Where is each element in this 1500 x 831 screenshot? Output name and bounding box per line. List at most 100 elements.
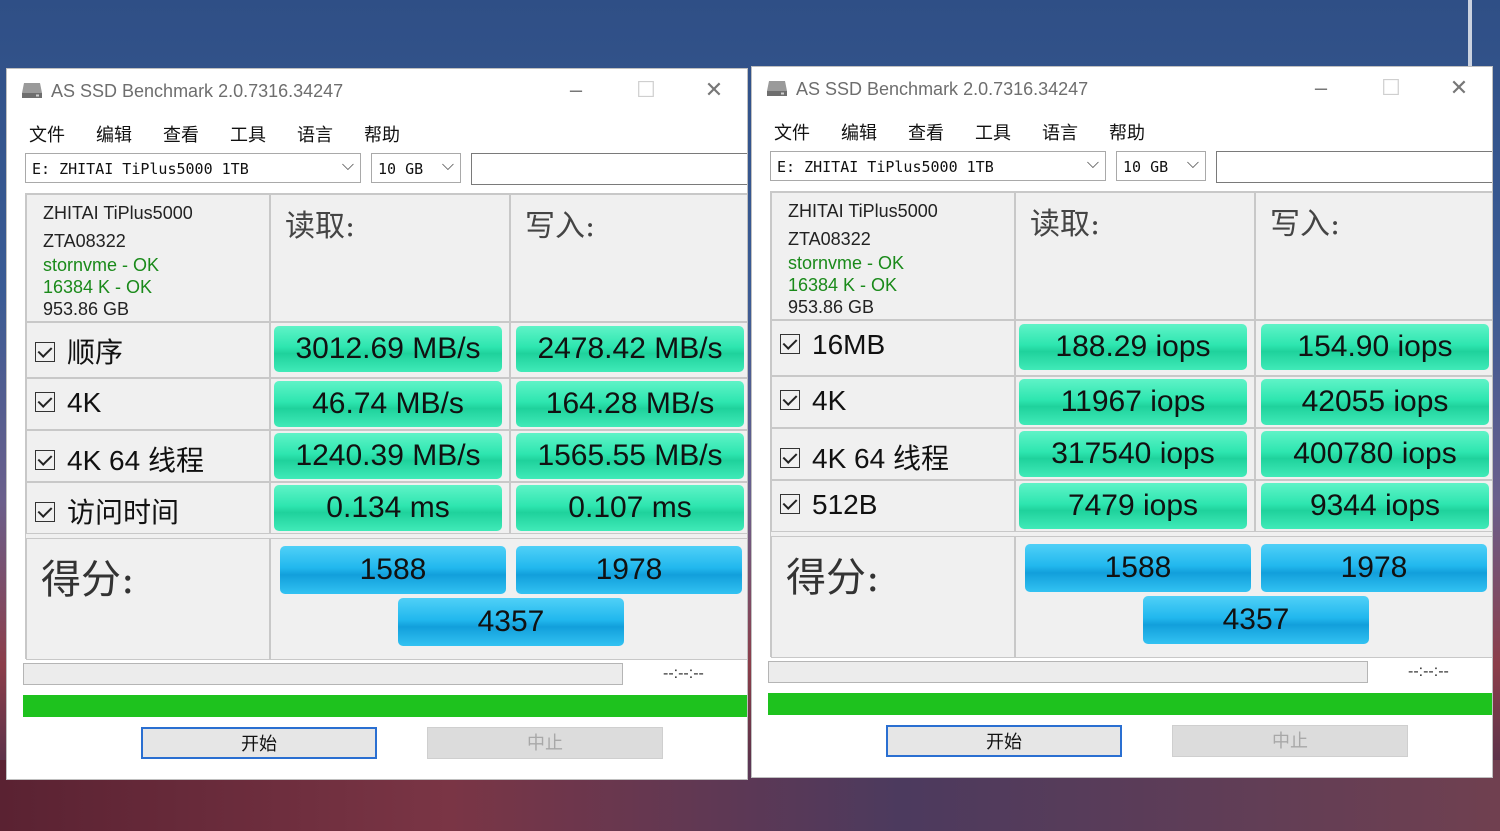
chevron-down-icon: ⌵	[1086, 155, 1099, 172]
menu-language[interactable]: 语言	[297, 121, 333, 147]
score-label: 得分:	[786, 555, 880, 601]
read-column-header: 读取:	[1015, 192, 1255, 320]
test-row-label[interactable]: 顺序	[35, 331, 123, 371]
test-row-label-cell[interactable]: 4K 64 线程	[26, 430, 270, 482]
read-result: 317540 iops	[1019, 431, 1247, 477]
close-icon[interactable]: ✕	[701, 77, 727, 103]
title-bar[interactable]: AS SSD Benchmark 2.0.7316.34247 – ☐ ✕	[7, 69, 747, 113]
status-field[interactable]	[1216, 151, 1492, 183]
read-result: 11967 iops	[1019, 379, 1247, 425]
checkbox-icon[interactable]	[35, 341, 55, 362]
checkbox-icon[interactable]	[780, 493, 800, 514]
size-select-value: 10 GB	[378, 160, 424, 178]
test-row-label[interactable]: 4K	[35, 387, 101, 419]
drive-model: ZHITAI TiPlus5000	[788, 201, 938, 221]
drive-info-panel: ZHITAI TiPlus5000 ZTA08322 stornvme - OK…	[26, 194, 270, 322]
menu-view[interactable]: 查看	[908, 119, 944, 145]
menu-help[interactable]: 帮助	[1109, 119, 1145, 145]
minimize-icon[interactable]: –	[563, 77, 589, 103]
write-result: 164.28 MB/s	[516, 381, 744, 427]
score-label-cell: 得分:	[771, 536, 1015, 658]
menu-edit[interactable]: 编辑	[96, 121, 132, 147]
read-result: 46.74 MB/s	[274, 381, 502, 427]
read-score: 1588	[1025, 544, 1251, 592]
start-button[interactable]: 开始	[886, 725, 1122, 757]
menu-file[interactable]: 文件	[774, 119, 810, 145]
write-result: 9344 iops	[1261, 483, 1489, 529]
test-row-label[interactable]: 4K 64 线程	[780, 437, 949, 477]
test-row-label[interactable]: 访问时间	[35, 491, 179, 531]
drive-select[interactable]: E: ZHITAI TiPlus5000 1TB ⌵	[25, 153, 361, 183]
size-select[interactable]: 10 GB ⌵	[1116, 151, 1206, 181]
stop-button[interactable]: 中止	[1172, 725, 1408, 757]
test-row-label-cell[interactable]: 512B	[771, 480, 1015, 532]
status-bar	[768, 693, 1492, 715]
alignment-status: 16384 K - OK	[43, 277, 153, 297]
benchmark-window-right: AS SSD Benchmark 2.0.7316.34247 – ☐ ✕ 文件…	[751, 66, 1493, 778]
test-row-label-cell[interactable]: 4K	[771, 376, 1015, 428]
test-row-label-cell[interactable]: 16MB	[771, 320, 1015, 376]
minimize-icon[interactable]: –	[1308, 75, 1334, 101]
drive-capacity: 953.86 GB	[43, 299, 130, 319]
score-label-cell: 得分:	[26, 538, 270, 660]
drive-select-value: E: ZHITAI TiPlus5000 1TB	[32, 160, 249, 178]
menu-tools[interactable]: 工具	[230, 121, 266, 147]
test-row-label-cell[interactable]: 4K	[26, 378, 270, 430]
desktop-decoration	[1468, 0, 1472, 70]
checkbox-icon[interactable]	[780, 389, 800, 410]
menu-tools[interactable]: 工具	[975, 119, 1011, 145]
status-field[interactable]	[471, 153, 747, 185]
chevron-down-icon: ⌵	[341, 157, 354, 174]
elapsed-time: --:--:--	[1408, 663, 1449, 680]
read-result: 188.29 iops	[1019, 324, 1247, 370]
status-bar	[23, 695, 747, 717]
menu-help[interactable]: 帮助	[364, 121, 400, 147]
checkbox-icon[interactable]	[780, 447, 800, 468]
checkbox-icon[interactable]	[35, 501, 55, 522]
drive-app-icon	[22, 83, 42, 98]
start-button[interactable]: 开始	[141, 727, 377, 759]
checkbox-icon[interactable]	[780, 333, 800, 354]
test-row-label-cell[interactable]: 访问时间	[26, 482, 270, 534]
drive-capacity: 953.86 GB	[788, 297, 875, 317]
title-bar[interactable]: AS SSD Benchmark 2.0.7316.34247 – ☐ ✕	[752, 67, 1492, 111]
checkbox-icon[interactable]	[35, 391, 55, 412]
menu-file[interactable]: 文件	[29, 121, 65, 147]
total-score: 4357	[1143, 596, 1369, 644]
results-grid: ZHITAI TiPlus5000 ZTA08322 stornvme - OK…	[770, 191, 1492, 658]
stop-button[interactable]: 中止	[427, 727, 663, 759]
maximize-icon[interactable]: ☐	[633, 77, 659, 103]
test-row-label-cell[interactable]: 4K 64 线程	[771, 428, 1015, 480]
results-grid: ZHITAI TiPlus5000 ZTA08322 stornvme - OK…	[25, 193, 747, 660]
write-column-header: 写入:	[510, 194, 747, 322]
write-score: 1978	[516, 546, 742, 594]
test-row-label-cell[interactable]: 顺序	[26, 322, 270, 378]
test-row-label[interactable]: 16MB	[780, 329, 885, 361]
maximize-icon[interactable]: ☐	[1378, 75, 1404, 101]
drive-select[interactable]: E: ZHITAI TiPlus5000 1TB ⌵	[770, 151, 1106, 181]
elapsed-time: --:--:--	[663, 665, 704, 682]
size-select-value: 10 GB	[1123, 158, 1169, 176]
read-result: 7479 iops	[1019, 483, 1247, 529]
read-score: 1588	[280, 546, 506, 594]
write-header: 写入:	[1270, 207, 1341, 242]
checkbox-icon[interactable]	[35, 449, 55, 470]
write-result: 1565.55 MB/s	[516, 433, 744, 479]
test-row-label[interactable]: 4K 64 线程	[35, 439, 204, 479]
write-score: 1978	[1261, 544, 1487, 592]
menu-edit[interactable]: 编辑	[841, 119, 877, 145]
read-result: 1240.39 MB/s	[274, 433, 502, 479]
size-select[interactable]: 10 GB ⌵	[371, 153, 461, 183]
write-column-header: 写入:	[1255, 192, 1492, 320]
benchmark-window-left: AS SSD Benchmark 2.0.7316.34247 – ☐ ✕ 文件…	[6, 68, 748, 780]
write-result: 2478.42 MB/s	[516, 326, 744, 372]
alignment-status: 16384 K - OK	[788, 275, 898, 295]
write-result: 400780 iops	[1261, 431, 1489, 477]
window-title: AS SSD Benchmark 2.0.7316.34247	[796, 79, 1089, 99]
menu-view[interactable]: 查看	[163, 121, 199, 147]
test-row-label[interactable]: 512B	[780, 489, 877, 521]
close-icon[interactable]: ✕	[1446, 75, 1472, 101]
menu-language[interactable]: 语言	[1042, 119, 1078, 145]
drive-info-panel: ZHITAI TiPlus5000 ZTA08322 stornvme - OK…	[771, 192, 1015, 320]
test-row-label[interactable]: 4K	[780, 385, 846, 417]
